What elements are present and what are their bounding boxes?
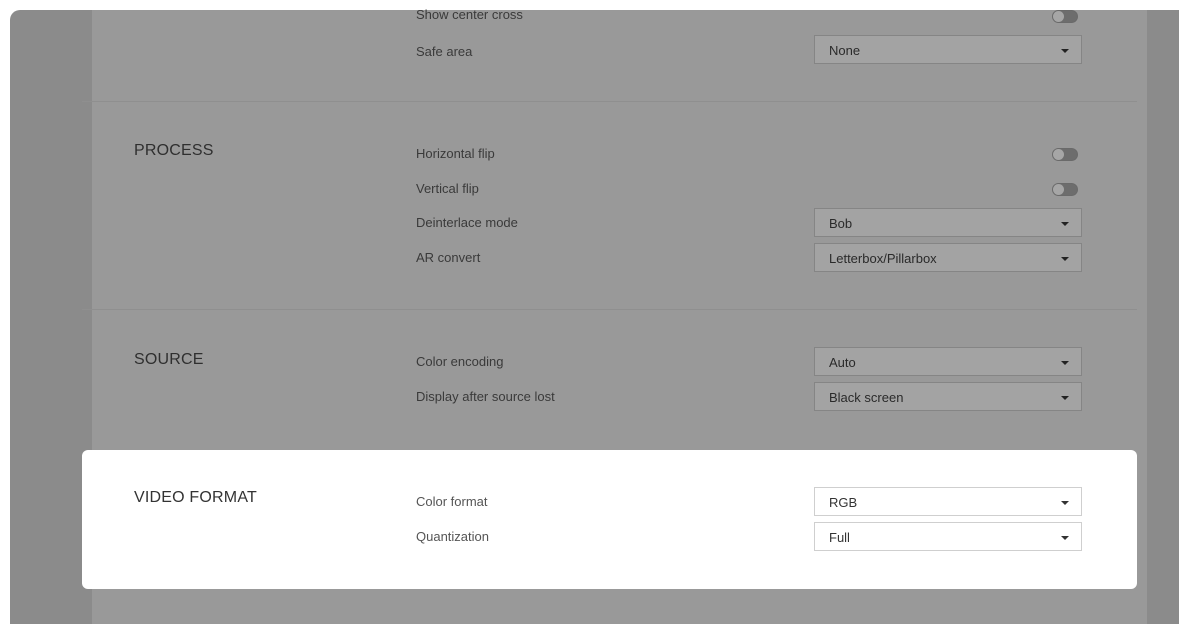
video-format-title: VIDEO FORMAT [134,489,257,506]
horizontal-flip-label: Horizontal flip [416,146,495,161]
chevron-down-icon [1061,222,1069,226]
vertical-flip-label: Vertical flip [416,181,479,196]
safe-area-select[interactable]: None [814,35,1082,64]
chevron-down-icon [1061,501,1069,505]
toggle-knob [1053,11,1064,22]
show-center-cross-label: Show center cross [416,7,523,22]
toggle-knob [1053,149,1064,160]
quantization-select[interactable]: Full [814,522,1082,551]
video-format-section [82,450,1137,589]
display-after-source-lost-label: Display after source lost [416,389,555,404]
color-format-value: RGB [829,495,858,510]
ar-convert-label: AR convert [416,250,481,265]
ar-convert-value: Letterbox/Pillarbox [829,251,937,266]
section-divider [82,101,1137,102]
toggle-knob [1053,184,1064,195]
deinterlace-mode-label: Deinterlace mode [416,215,518,230]
show-center-cross-toggle[interactable] [1052,10,1078,23]
section-divider [82,309,1137,310]
display-after-source-lost-select[interactable]: Black screen [814,382,1082,411]
deinterlace-mode-value: Bob [829,216,853,231]
color-encoding-select[interactable]: Auto [814,347,1082,376]
color-encoding-value: Auto [829,355,856,370]
color-format-select[interactable]: RGB [814,487,1082,516]
chevron-down-icon [1061,396,1069,400]
ar-convert-select[interactable]: Letterbox/Pillarbox [814,243,1082,272]
horizontal-flip-toggle[interactable] [1052,148,1078,161]
color-format-label: Color format [416,494,488,509]
chevron-down-icon [1061,536,1069,540]
safe-area-value: None [829,43,861,58]
chevron-down-icon [1061,361,1069,365]
chevron-down-icon [1061,49,1069,53]
chevron-down-icon [1061,257,1069,261]
quantization-label: Quantization [416,529,489,544]
source-title: SOURCE [134,351,204,368]
color-encoding-label: Color encoding [416,354,504,369]
deinterlace-mode-select[interactable]: Bob [814,208,1082,237]
safe-area-label: Safe area [416,44,473,59]
process-title: PROCESS [134,142,214,159]
display-after-source-lost-value: Black screen [829,390,904,405]
vertical-flip-toggle[interactable] [1052,183,1078,196]
quantization-value: Full [829,530,850,545]
